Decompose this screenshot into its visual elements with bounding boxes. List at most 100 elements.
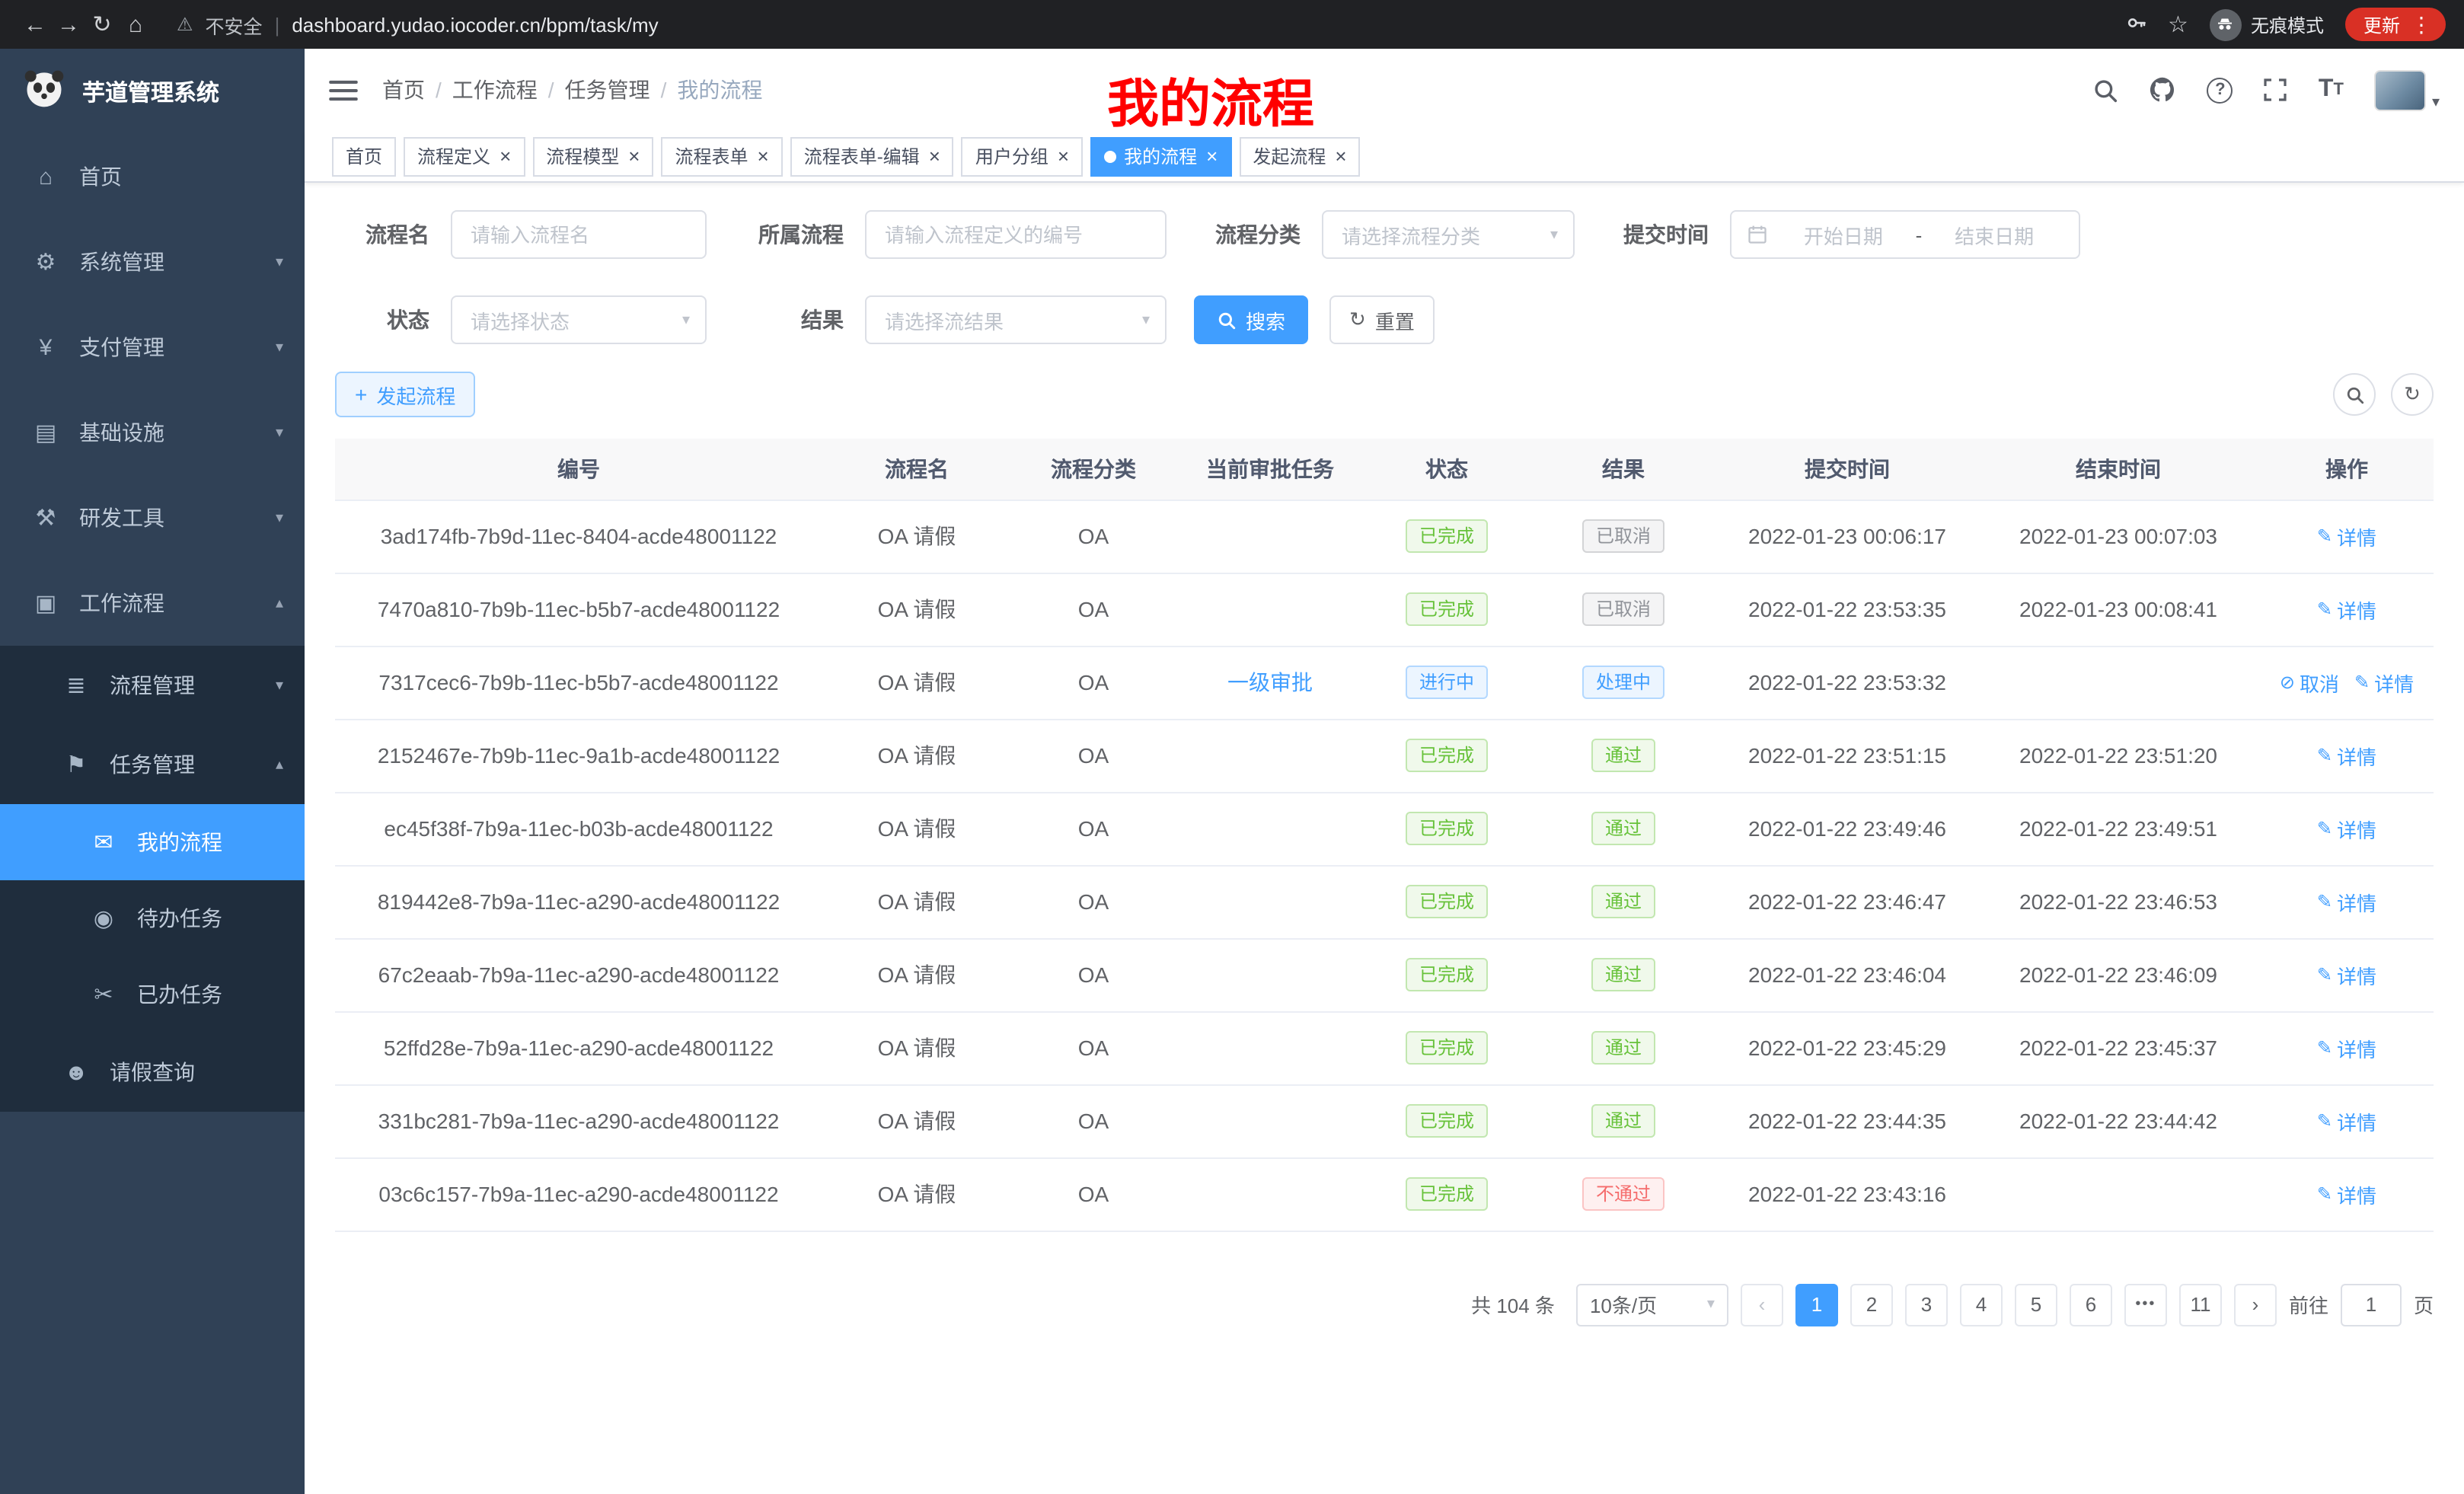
action-label: 取消 xyxy=(2300,668,2339,697)
page-button-6[interactable]: 6 xyxy=(2070,1283,2112,1326)
sidebar-item-infrastructure[interactable]: ▤基础设施▾ xyxy=(0,390,305,475)
github-icon[interactable] xyxy=(2150,76,2177,104)
more-pages-button[interactable]: ••• xyxy=(2124,1283,2167,1326)
reload-icon[interactable]: ↻ xyxy=(85,11,119,38)
page-size-select[interactable]: 10条/页 ▾ xyxy=(1576,1283,1728,1326)
sidebar-item-todo-tasks[interactable]: ◉待办任务 xyxy=(0,880,305,956)
forward-icon[interactable]: → xyxy=(52,11,85,37)
breadcrumb-item[interactable]: 任务管理 xyxy=(565,75,650,105)
cell-actions: ✎详情 xyxy=(2260,1011,2434,1084)
chevron-down-icon: ▾ xyxy=(276,509,283,526)
user-menu[interactable]: ▾ xyxy=(2374,69,2440,110)
close-icon[interactable]: × xyxy=(1206,146,1218,166)
process-definition-input[interactable] xyxy=(865,210,1167,259)
tab-user-group[interactable]: 用户分组× xyxy=(962,136,1083,176)
fullscreen-icon[interactable] xyxy=(2264,78,2288,102)
refresh-table-button[interactable]: ↻ xyxy=(2391,373,2434,416)
sidebar-item-payment-management[interactable]: ¥支付管理▾ xyxy=(0,305,305,390)
password-key-icon[interactable] xyxy=(2125,11,2146,37)
search-icon[interactable] xyxy=(2093,77,2119,103)
page-button-2[interactable]: 2 xyxy=(1850,1283,1893,1326)
detail-link[interactable]: ✎详情 xyxy=(2317,595,2376,624)
edit-icon: ✎ xyxy=(2317,818,2332,839)
page-button-3[interactable]: 3 xyxy=(1905,1283,1948,1326)
sidebar-item-my-process[interactable]: ✉我的流程 xyxy=(0,804,305,880)
refresh-icon: ↻ xyxy=(2404,382,2421,407)
status-badge: 进行中 xyxy=(1406,666,1488,699)
active-tab-dot xyxy=(1104,150,1116,162)
close-icon[interactable]: × xyxy=(929,146,940,166)
logo[interactable]: 芋道管理系统 xyxy=(0,49,305,134)
goto-page-input[interactable] xyxy=(2341,1283,2402,1326)
reset-button[interactable]: ↻ 重置 xyxy=(1329,295,1435,344)
page-button-5[interactable]: 5 xyxy=(2015,1283,2057,1326)
sidebar-item-dev-tools[interactable]: ⚒研发工具▾ xyxy=(0,475,305,560)
next-page-button[interactable]: › xyxy=(2234,1283,2277,1326)
detail-link[interactable]: ✎详情 xyxy=(2317,960,2376,989)
security-label: 不安全 xyxy=(206,10,263,39)
tab-process-model[interactable]: 流程模型× xyxy=(532,136,653,176)
detail-link[interactable]: ✎详情 xyxy=(2354,668,2414,697)
chevron-down-icon: ▾ xyxy=(1550,226,1558,243)
close-icon[interactable]: × xyxy=(758,146,769,166)
page-button-11[interactable]: 11 xyxy=(2179,1283,2222,1326)
task-link[interactable]: 一级审批 xyxy=(1227,670,1313,694)
close-icon[interactable]: × xyxy=(628,146,640,166)
search-button[interactable]: 搜索 xyxy=(1194,295,1308,344)
action-label: 详情 xyxy=(2337,1106,2376,1135)
address-bar[interactable]: ⚠ 不安全 | dashboard.yudao.iocoder.cn/bpm/t… xyxy=(177,10,2125,39)
page-button-1[interactable]: 1 xyxy=(1795,1283,1838,1326)
bookmark-star-icon[interactable]: ☆ xyxy=(2168,11,2188,38)
category-select[interactable]: 请选择流程分类 ▾ xyxy=(1322,210,1575,259)
back-icon[interactable]: ← xyxy=(18,11,52,37)
detail-link[interactable]: ✎详情 xyxy=(2317,1106,2376,1135)
font-size-icon[interactable]: TT xyxy=(2319,76,2344,104)
detail-link[interactable]: ✎详情 xyxy=(2317,1180,2376,1208)
create-process-label: 发起流程 xyxy=(376,380,455,409)
breadcrumb-item[interactable]: 首页 xyxy=(382,75,425,105)
detail-link[interactable]: ✎详情 xyxy=(2317,522,2376,551)
home-icon[interactable]: ⌂ xyxy=(119,11,152,37)
kebab-menu-icon[interactable]: ⋮ xyxy=(2411,11,2432,37)
toggle-search-button[interactable] xyxy=(2333,373,2376,416)
help-icon[interactable]: ? xyxy=(2207,77,2233,103)
sidebar-item-leave-query[interactable]: ☻请假查询 xyxy=(0,1033,305,1112)
tab-my-process[interactable]: 我的流程× xyxy=(1090,136,1231,176)
cancel-link[interactable]: ⊘取消 xyxy=(2280,668,2339,697)
cancel-icon: ⊘ xyxy=(2280,672,2295,693)
close-icon[interactable]: × xyxy=(500,146,511,166)
process-name-input[interactable] xyxy=(451,210,707,259)
breadcrumb-item[interactable]: 工作流程 xyxy=(452,75,538,105)
date-separator: - xyxy=(1913,223,1926,246)
column-header: 流程分类 xyxy=(1011,439,1176,500)
sidebar-item-workflow[interactable]: ▣工作流程▴ xyxy=(0,560,305,646)
detail-link[interactable]: ✎详情 xyxy=(2317,887,2376,916)
sidebar-item-done-tasks[interactable]: ✂已办任务 xyxy=(0,956,305,1033)
browser-update-button[interactable]: 更新 ⋮ xyxy=(2345,8,2446,41)
tab-label: 流程表单 xyxy=(675,143,748,169)
result-select[interactable]: 请选择流结果 ▾ xyxy=(865,295,1167,344)
action-label: 详情 xyxy=(2337,1033,2376,1062)
create-process-button[interactable]: + 发起流程 xyxy=(335,372,475,417)
page-button-4[interactable]: 4 xyxy=(1960,1283,2003,1326)
submit-time-range-picker[interactable]: 开始日期 - 结束日期 xyxy=(1730,210,2080,259)
column-header: 流程名 xyxy=(822,439,1011,500)
tab-process-form[interactable]: 流程表单 × xyxy=(661,136,782,176)
close-icon[interactable]: × xyxy=(1335,146,1346,166)
sidebar-item-home[interactable]: ⌂首页 xyxy=(0,134,305,219)
sidebar-toggle-icon[interactable] xyxy=(329,78,358,101)
close-icon[interactable]: × xyxy=(1058,146,1069,166)
tab-process-form-edit[interactable]: 流程表单-编辑× xyxy=(790,136,954,176)
detail-link[interactable]: ✎详情 xyxy=(2317,1033,2376,1062)
detail-link[interactable]: ✎详情 xyxy=(2317,814,2376,843)
sidebar-item-system-management[interactable]: ⚙系统管理▾ xyxy=(0,219,305,305)
status-select[interactable]: 请选择状态 ▾ xyxy=(451,295,707,344)
prev-page-button[interactable]: ‹ xyxy=(1741,1283,1783,1326)
detail-link[interactable]: ✎详情 xyxy=(2317,741,2376,770)
tab-home[interactable]: 首页 xyxy=(332,136,396,176)
main-area: 首页/工作流程/任务管理/我的流程 我的流程 ? TT xyxy=(305,49,2464,1494)
sidebar-item-process-management[interactable]: ≣流程管理▾ xyxy=(0,646,305,725)
sidebar-item-task-management[interactable]: ⚑任务管理▴ xyxy=(0,725,305,804)
tab-process-definition[interactable]: 流程定义× xyxy=(404,136,525,176)
tab-start-process[interactable]: 发起流程× xyxy=(1239,136,1360,176)
